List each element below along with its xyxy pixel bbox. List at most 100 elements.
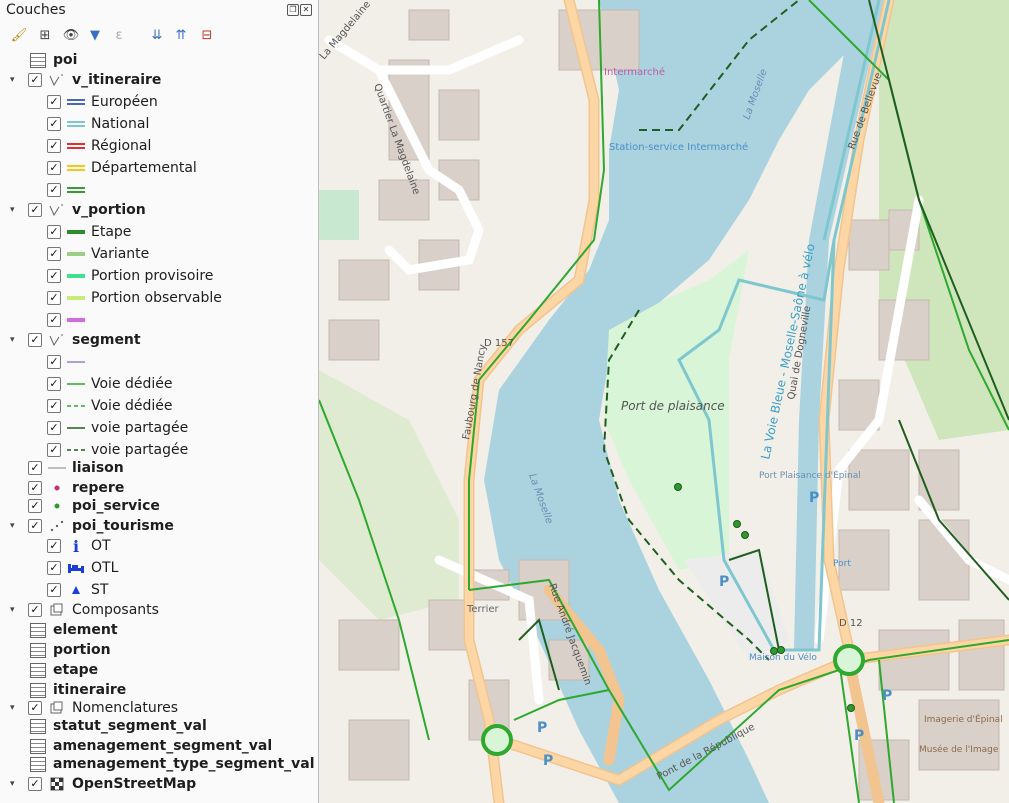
add-group-icon[interactable]: ⊞ xyxy=(36,26,54,44)
chevron-down-icon[interactable]: ▾ xyxy=(10,205,20,215)
layer-checkbox[interactable]: ✓ xyxy=(47,443,61,457)
layer-item-itineraire[interactable]: itineraire xyxy=(29,680,126,700)
chevron-down-icon[interactable]: ▾ xyxy=(10,703,20,713)
table-icon xyxy=(29,642,47,658)
eye-icon[interactable]: 👁 xyxy=(62,26,80,44)
dot-symbol-icon xyxy=(48,481,66,495)
group-icon xyxy=(48,701,66,715)
dash-line-symbol-icon xyxy=(67,399,85,413)
layer-checkbox[interactable]: ✓ xyxy=(47,399,61,413)
layer-checkbox[interactable]: ✓ xyxy=(47,583,61,597)
layer-label: ST xyxy=(91,582,109,598)
group-icon xyxy=(48,603,66,617)
layer-item-poi-service[interactable]: ✓ poi_service xyxy=(28,496,160,516)
layer-label: segment xyxy=(72,332,141,348)
layer-item-variante[interactable]: ✓ Variante xyxy=(47,244,149,264)
svg-text:P: P xyxy=(537,720,547,736)
layer-checkbox[interactable]: ✓ xyxy=(47,161,61,175)
layer-checkbox[interactable]: ✓ xyxy=(28,499,42,513)
layer-item-r-gional[interactable]: ✓ Régional xyxy=(47,136,151,156)
brush-icon[interactable]: 🖌 xyxy=(10,26,28,44)
layer-item-amenagement-type-segment-val[interactable]: amenagement_type_segment_val xyxy=(29,754,315,774)
layer-item-element[interactable]: element xyxy=(29,620,118,640)
layer-checkbox[interactable]: ✓ xyxy=(47,95,61,109)
layer-item-poi[interactable]: poi xyxy=(29,50,77,70)
layer-item-v-portion[interactable]: ▾ ✓ v_portion xyxy=(10,200,146,220)
layer-item-europ-en[interactable]: ✓ Européen xyxy=(47,92,158,112)
chevron-down-icon[interactable]: ▾ xyxy=(10,75,20,85)
layer-checkbox[interactable]: ✓ xyxy=(28,461,42,475)
layer-item-composants[interactable]: ▾ ✓ Composants xyxy=(10,600,159,620)
layer-item-liaison[interactable]: ✓ liaison xyxy=(28,458,124,478)
layer-checkbox[interactable]: ✓ xyxy=(47,139,61,153)
chevron-down-icon[interactable]: ▾ xyxy=(10,605,20,615)
layer-checkbox[interactable]: ✓ xyxy=(47,247,61,261)
raster-icon xyxy=(48,777,66,791)
layer-checkbox[interactable]: ✓ xyxy=(47,183,61,197)
expression-filter-icon[interactable]: ε xyxy=(110,26,128,44)
map-canvas[interactable]: Intermarché Station-service Intermarché … xyxy=(319,0,1009,803)
layer-checkbox[interactable]: ✓ xyxy=(47,225,61,239)
layer-item-otl[interactable]: ✓ OTL xyxy=(47,558,118,578)
layer-checkbox[interactable]: ✓ xyxy=(28,73,42,87)
layer-checkbox[interactable]: ✓ xyxy=(28,701,42,715)
layer-item-openstreetmap[interactable]: ▾ ✓ OpenStreetMap xyxy=(10,774,196,794)
expand-all-icon[interactable]: ⇊ xyxy=(148,26,166,44)
layer-checkbox[interactable]: ✓ xyxy=(47,561,61,575)
layer-item-ot[interactable]: ✓ i OT xyxy=(47,536,111,556)
remove-layer-icon[interactable]: ⊟ xyxy=(198,26,216,44)
layer-checkbox[interactable]: ✓ xyxy=(47,269,61,283)
layer-item-st[interactable]: ✓ ST xyxy=(47,580,108,600)
layer-label: Portion provisoire xyxy=(91,268,214,284)
layer-item-segment[interactable]: ▾ ✓ segment xyxy=(10,330,141,350)
layer-item-voie-d-di-e[interactable]: ✓ Voie dédiée xyxy=(47,396,173,416)
layer-label: voie partagée xyxy=(91,442,189,458)
chevron-down-icon[interactable]: ▾ xyxy=(10,779,20,789)
layer-checkbox[interactable]: ✓ xyxy=(47,377,61,391)
layer-checkbox[interactable]: ✓ xyxy=(47,291,61,305)
layer-item-portion[interactable]: portion xyxy=(29,640,111,660)
layer-item-etape[interactable]: ✓ Etape xyxy=(47,222,131,242)
layer-item-nomenclatures[interactable]: ▾ ✓ Nomenclatures xyxy=(10,698,178,718)
close-panel-button[interactable]: ✕ xyxy=(300,4,312,16)
layer-item-unnamed[interactable]: ✓ xyxy=(47,310,91,330)
layer-label: National xyxy=(91,116,150,132)
layer-checkbox[interactable]: ✓ xyxy=(28,603,42,617)
layer-item-v-itineraire[interactable]: ▾ ✓ v_itineraire xyxy=(10,70,161,90)
layer-item-voie-partag-e[interactable]: ✓ voie partagée xyxy=(47,440,188,460)
layer-checkbox[interactable]: ✓ xyxy=(28,481,42,495)
layer-checkbox[interactable]: ✓ xyxy=(47,117,61,131)
layer-item-voie-d-di-e[interactable]: ✓ Voie dédiée xyxy=(47,374,173,394)
layer-item-repere[interactable]: ✓ repere xyxy=(28,478,124,498)
layer-item-unnamed[interactable]: ✓ xyxy=(47,180,91,200)
map-label-station: Station-service Intermarché xyxy=(609,141,748,153)
layer-item-voie-partag-e[interactable]: ✓ voie partagée xyxy=(47,418,188,438)
layer-label: element xyxy=(53,622,118,638)
layer-checkbox[interactable]: ✓ xyxy=(47,421,61,435)
layer-checkbox[interactable]: ✓ xyxy=(28,777,42,791)
layer-item-unnamed[interactable]: ✓ xyxy=(47,352,91,372)
layer-checkbox[interactable]: ✓ xyxy=(28,519,42,533)
layer-item-portion-provisoire[interactable]: ✓ Portion provisoire xyxy=(47,266,213,286)
float-panel-button[interactable]: ❐ xyxy=(287,4,299,16)
chevron-down-icon[interactable]: ▾ xyxy=(10,521,20,531)
chevron-down-icon[interactable]: ▾ xyxy=(10,335,20,345)
layer-item-statut-segment-val[interactable]: statut_segment_val xyxy=(29,716,207,736)
layer-item-national[interactable]: ✓ National xyxy=(47,114,149,134)
dash-line-symbol-icon xyxy=(67,443,85,457)
layer-label: poi_tourisme xyxy=(72,518,174,534)
layer-item-poi-tourisme[interactable]: ▾ ✓ poi_tourisme xyxy=(10,516,174,536)
layer-label: portion xyxy=(53,642,111,658)
layer-checkbox[interactable]: ✓ xyxy=(47,313,61,327)
layer-checkbox[interactable]: ✓ xyxy=(28,333,42,347)
layer-checkbox[interactable]: ✓ xyxy=(28,203,42,217)
panel-title: Couches xyxy=(6,2,66,18)
collapse-all-icon[interactable]: ⇈ xyxy=(172,26,190,44)
layer-item-etape[interactable]: etape xyxy=(29,660,98,680)
layer-checkbox[interactable]: ✓ xyxy=(47,539,61,553)
layer-item-d-partemental[interactable]: ✓ Départemental xyxy=(47,158,197,178)
layer-item-portion-observable[interactable]: ✓ Portion observable xyxy=(47,288,222,308)
layer-checkbox[interactable]: ✓ xyxy=(47,355,61,369)
layer-item-amenagement-segment-val[interactable]: amenagement_segment_val xyxy=(29,736,272,756)
filter-icon[interactable]: ▼ xyxy=(86,26,104,44)
